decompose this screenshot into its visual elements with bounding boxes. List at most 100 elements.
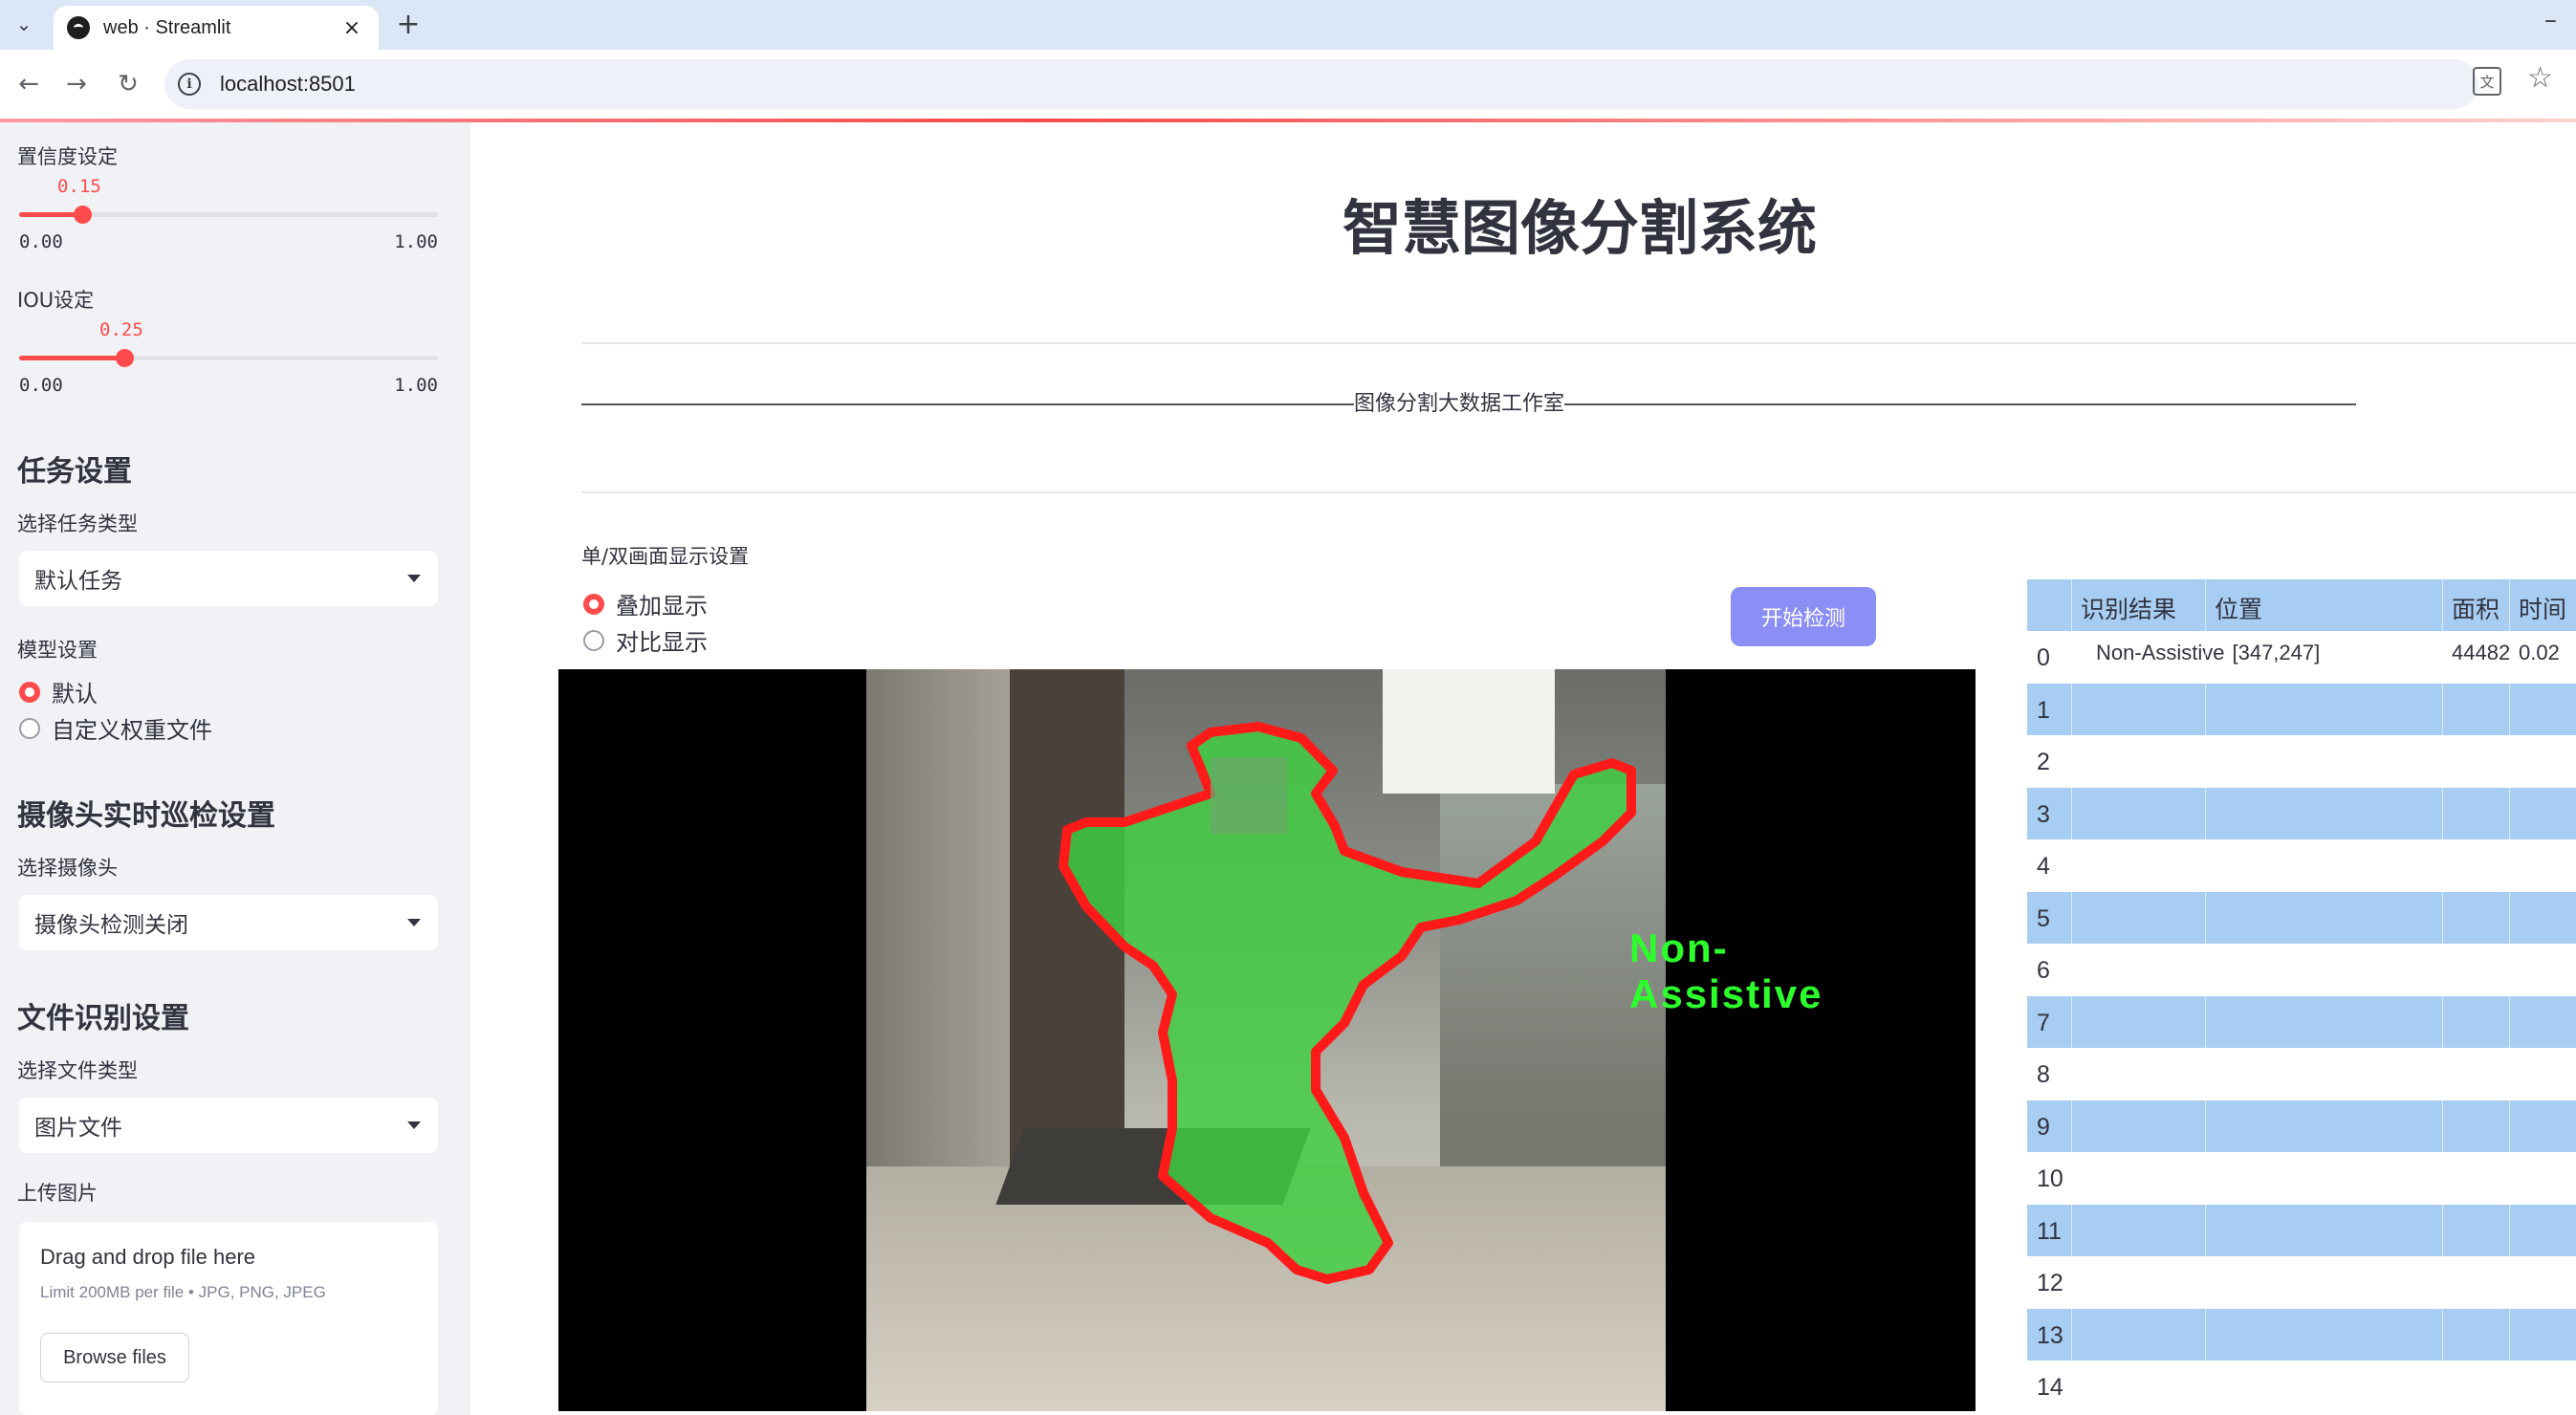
streamlit-app: 置信度设定 0.15 0.00 1.00 IOU设定 0.25 0.00 1.0… [0, 119, 2576, 1415]
reload-icon[interactable]: ↻ [111, 67, 145, 101]
table-row[interactable]: 5 [2027, 891, 2576, 944]
back-arrow-icon[interactable]: ← [11, 67, 46, 101]
table-row[interactable]: 12 [2027, 1256, 2576, 1309]
row-index: 2 [2037, 749, 2050, 775]
file-select-label: 选择文件类型 [17, 1059, 138, 1082]
column-header-area[interactable]: 面积 [2452, 591, 2500, 625]
model-option-label: 自定义权重文件 [52, 717, 212, 744]
iou-slider-fill [19, 356, 124, 360]
cell-position: [347,247] [2232, 641, 2321, 664]
display-option-compare[interactable]: 对比显示 [583, 623, 708, 657]
row-index: 7 [2037, 1009, 2050, 1036]
dropzone-limit: Limit 200MB per file • JPG, PNG, JPEG [40, 1283, 326, 1301]
model-option-custom[interactable]: 自定义权重文件 [19, 711, 212, 745]
confidence-max: 1.00 [394, 231, 438, 252]
column-header-position[interactable]: 位置 [2215, 591, 2262, 625]
column-header-result[interactable]: 识别结果 [2081, 591, 2176, 625]
table-row[interactable]: 2 [2027, 735, 2576, 788]
bookmark-star-icon[interactable]: ☆ [2527, 61, 2553, 95]
display-mode-label: 单/双画面显示设置 [581, 545, 750, 568]
iou-slider[interactable] [19, 349, 438, 367]
row-index: 10 [2037, 1165, 2063, 1192]
table-row[interactable]: 14 [2027, 1361, 2576, 1413]
table-row[interactable]: 1 [2027, 683, 2576, 735]
table-row[interactable]: 7 [2027, 995, 2576, 1048]
table-row[interactable]: 8 [2027, 1048, 2576, 1100]
face-blur [1211, 757, 1287, 834]
table-row[interactable]: 3 [2027, 787, 2576, 839]
table-row[interactable]: 9 [2027, 1099, 2576, 1152]
camera-photo: Non-Assistive [866, 669, 1821, 1411]
cell-result-position: Non-Assistive [347,247] [2096, 641, 2320, 665]
table-row[interactable]: 11 [2027, 1204, 2576, 1256]
camera-select-label: 选择摄像头 [17, 857, 118, 880]
task-select-label: 选择任务类型 [17, 512, 138, 535]
window-minimize-icon[interactable]: – [2544, 6, 2557, 34]
row-index: 11 [2037, 1217, 2062, 1245]
site-info-icon[interactable]: i [178, 73, 201, 96]
row-index: 5 [2037, 904, 2050, 932]
address-bar[interactable]: i localhost:8501 [164, 59, 2478, 109]
tab-close-icon[interactable]: × [338, 16, 365, 40]
iou-slider-thumb[interactable] [115, 349, 134, 367]
banner-dash-right [1564, 403, 2357, 405]
radio-unselected-icon[interactable] [583, 629, 604, 651]
row-index: 13 [2037, 1321, 2063, 1349]
confidence-slider[interactable] [19, 206, 438, 224]
row-index: 9 [2037, 1113, 2050, 1141]
iou-min: 0.00 [19, 375, 63, 396]
table-row[interactable]: 4 [2027, 839, 2576, 892]
cell-time: 0.02 [2519, 641, 2560, 664]
confidence-label: 置信度设定 [17, 145, 118, 168]
iou-value: 0.25 [99, 319, 143, 340]
banner-text: 图像分割大数据工作室 [1354, 392, 1565, 416]
cell-area: 44482 [2452, 641, 2511, 664]
task-select[interactable]: 默认任务 [19, 551, 438, 606]
file-dropzone[interactable]: Drag and drop file here Limit 200MB per … [19, 1222, 438, 1415]
radio-unselected-icon[interactable] [19, 717, 40, 739]
camera-select[interactable]: 摄像头检测关闭 [19, 895, 438, 950]
dropzone-title: Drag and drop file here [40, 1245, 256, 1269]
column-divider [2509, 579, 2510, 1415]
browse-files-button[interactable]: Browse files [40, 1333, 189, 1382]
table-row[interactable]: 0 Non-Assistive [347,247] 44482 0.02 [2027, 631, 2576, 684]
chevron-down-icon [407, 575, 421, 582]
new-tab-plus-icon[interactable]: + [392, 8, 425, 41]
row-index: 12 [2037, 1270, 2063, 1296]
iou-max: 1.00 [394, 375, 438, 396]
divider [581, 342, 2576, 344]
task-heading: 任务设置 [17, 455, 132, 489]
radio-selected-icon[interactable] [583, 593, 604, 615]
file-type-select-value: 图片文件 [34, 1116, 122, 1141]
browser-tab[interactable]: web · Streamlit × [54, 6, 379, 50]
browser-toolbar: ← → ↻ i localhost:8501 文 ☆ [0, 50, 2576, 119]
results-table[interactable]: 识别结果 位置 面积 时间 0 Non-Assistive [347,247] 444… [2027, 579, 2576, 1415]
tab-list-chevron-icon[interactable]: ⌄ [10, 10, 38, 38]
start-detection-button[interactable]: 开始检测 [1731, 587, 1876, 646]
streamlit-favicon-icon [67, 16, 90, 39]
model-label: 模型设置 [17, 639, 98, 662]
translate-icon[interactable]: 文 [2473, 67, 2501, 96]
column-divider [2071, 579, 2072, 1415]
confidence-min: 0.00 [19, 231, 63, 252]
model-option-default[interactable]: 默认 [19, 675, 98, 708]
table-row[interactable]: 6 [2027, 944, 2576, 996]
model-option-label: 默认 [52, 681, 98, 708]
radio-selected-icon[interactable] [19, 681, 40, 703]
sidebar: 置信度设定 0.15 0.00 1.00 IOU设定 0.25 0.00 1.0… [0, 122, 470, 1415]
segmentation-mask [1059, 722, 1636, 1284]
table-row[interactable]: 10 [2027, 1152, 2576, 1205]
iou-label: IOU设定 [17, 289, 95, 312]
display-option-overlay[interactable]: 叠加显示 [583, 587, 708, 620]
column-header-time[interactable]: 时间 [2519, 591, 2566, 625]
file-heading: 文件识别设置 [17, 1002, 189, 1035]
chevron-down-icon [407, 919, 421, 926]
file-type-select[interactable]: 图片文件 [19, 1098, 438, 1153]
table-row[interactable]: 13 [2027, 1308, 2576, 1361]
confidence-slider-thumb[interactable] [73, 206, 92, 224]
forward-arrow-icon[interactable]: → [59, 67, 94, 101]
segmentation-polygon [1059, 722, 1636, 1284]
row-index: 3 [2037, 800, 2050, 828]
row-index: 4 [2037, 853, 2050, 880]
url-text[interactable]: localhost:8501 [220, 72, 356, 97]
